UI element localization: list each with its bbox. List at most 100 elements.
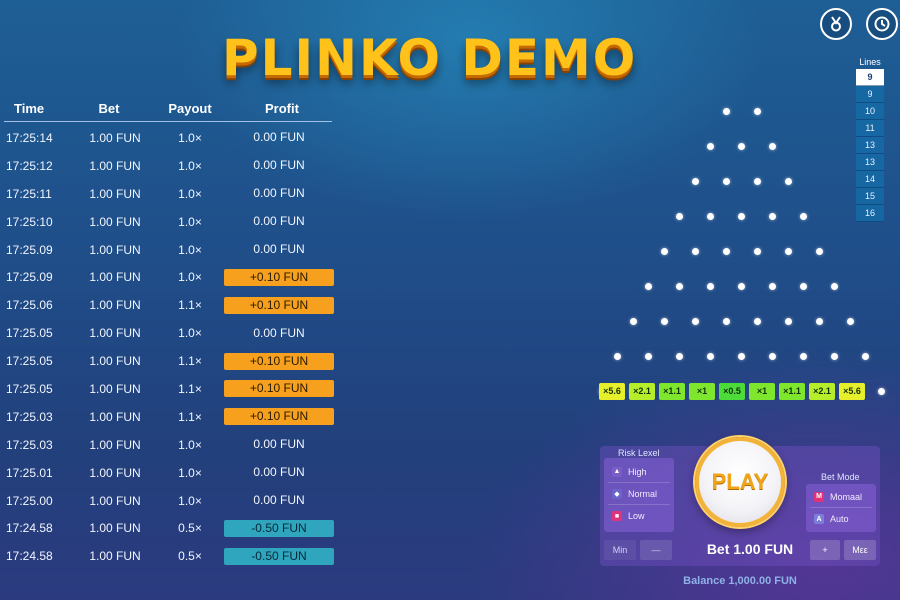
peg bbox=[707, 213, 714, 220]
bet-amount: Bet 1.00 FUN bbox=[706, 541, 794, 557]
row-time: 17:25:11 bbox=[6, 186, 52, 201]
peg bbox=[707, 353, 714, 360]
peg bbox=[800, 283, 807, 290]
row-profit: 0.00 FUN bbox=[253, 242, 305, 256]
risk-level-label: Risk Lexel bbox=[618, 448, 660, 458]
risk-option-label: Low bbox=[628, 511, 645, 521]
row-bet: 1.00 FUN bbox=[89, 521, 141, 536]
peg bbox=[676, 283, 683, 290]
decrease-bet-button[interactable]: — bbox=[640, 540, 672, 560]
risk-option-normal[interactable]: ◆ Normal bbox=[608, 483, 670, 505]
peg bbox=[707, 283, 714, 290]
row-bet: 1.00 FUN bbox=[89, 465, 141, 480]
header-time: Time bbox=[14, 101, 45, 116]
peg bbox=[753, 178, 761, 185]
multiplier-slot: ×5.6 bbox=[599, 383, 625, 400]
row-profit: 0.00 FUN bbox=[253, 130, 305, 145]
peg bbox=[846, 318, 854, 325]
peg bbox=[784, 318, 792, 325]
row-time: 17:25.03 bbox=[6, 437, 53, 452]
bet-mode-selector: M Momaal A Auto bbox=[806, 484, 876, 532]
row-profit: +0.10 FUN bbox=[224, 408, 334, 426]
row-profit: 0.00 FUN bbox=[253, 437, 305, 452]
row-bet: 1.00 FUN bbox=[89, 549, 141, 564]
plinko-board bbox=[590, 100, 890, 395]
row-payout: 1.1× bbox=[178, 409, 202, 424]
table-row: 17:25.05 1.00 FUN 1.1× +0.10 FUN bbox=[0, 347, 336, 375]
min-bet-button[interactable]: Min bbox=[604, 540, 636, 560]
bet-mode-auto[interactable]: A Auto bbox=[810, 508, 872, 530]
row-profit: +0.10 FUN bbox=[224, 268, 334, 286]
table-row: 17:25.03 1.00 FUN 1.1× +0.10 FUN bbox=[0, 403, 336, 431]
medal-glyph bbox=[831, 16, 841, 32]
multiplier-slot: ×5.6 bbox=[839, 383, 865, 400]
peg bbox=[691, 318, 699, 325]
peg bbox=[738, 143, 745, 150]
table-row: 17:24.58 1.00 FUN 0.5× -0.50 FUN bbox=[0, 542, 336, 570]
bet-mode-icon: A bbox=[814, 514, 824, 524]
risk-option-label: High bbox=[628, 466, 647, 477]
bet-mode-icon: M bbox=[814, 491, 824, 502]
peg bbox=[738, 283, 745, 290]
row-profit: 0.00 FUN bbox=[253, 186, 305, 201]
row-bet: 1.00 FUN bbox=[89, 326, 141, 341]
peg bbox=[815, 318, 823, 325]
balance-display: Balance 1,000.00 FUN bbox=[683, 575, 797, 587]
balance-icon: ◆ bbox=[612, 488, 622, 499]
row-payout: 1.1× bbox=[178, 381, 202, 396]
risk-level-selector: ▲ High ◆ Normal ■ Low bbox=[604, 458, 674, 532]
table-row: 17:25.09 1.00 FUN 1.0× 0.00 FUN bbox=[0, 236, 336, 264]
peg bbox=[753, 318, 761, 325]
game-title: PLINKO DEMO bbox=[222, 29, 638, 87]
peg bbox=[722, 318, 730, 325]
peg bbox=[784, 248, 792, 255]
multiplier-slots: ×5.6 ×2.1 ×1.1 ×1 ×0.5 ×1 ×1.1 ×2.1 ×5.6 bbox=[599, 383, 865, 400]
history-rows: 17:25:14 1.00 FUN 1.0× 0.00 FUN 17:25:12 1.00… bbox=[0, 124, 336, 570]
peg bbox=[800, 213, 807, 220]
row-payout: 1.0× bbox=[178, 437, 202, 452]
row-time: 17:25.05 bbox=[6, 326, 53, 341]
header-payout: Payout bbox=[168, 101, 212, 116]
peg bbox=[738, 353, 745, 360]
lock-icon: ■ bbox=[612, 511, 622, 521]
row-time: 17:25.01 bbox=[6, 465, 53, 480]
row-payout: 1.0× bbox=[178, 493, 202, 508]
peg bbox=[691, 178, 699, 185]
lines-option[interactable]: 9 bbox=[856, 69, 884, 86]
row-payout: 1.0× bbox=[178, 242, 202, 257]
bet-mode-manual[interactable]: M Momaal bbox=[810, 486, 872, 508]
row-time: 17:25.03 bbox=[6, 409, 53, 424]
row-profit: +0.10 FUN bbox=[224, 380, 334, 398]
row-bet: 1.00 FUN bbox=[89, 493, 141, 508]
flame-icon: ▲ bbox=[612, 466, 622, 477]
risk-option-high[interactable]: ▲ High bbox=[608, 461, 670, 483]
row-payout: 1.0× bbox=[178, 186, 202, 201]
multiplier-slot: ×0.5 bbox=[719, 383, 745, 400]
play-button[interactable]: PLAY bbox=[695, 437, 785, 527]
row-bet: 1.00 FUN bbox=[89, 381, 141, 396]
risk-option-low[interactable]: ■ Low bbox=[608, 505, 670, 527]
row-profit: -0.50 FUN bbox=[224, 547, 334, 565]
row-time: 17:25.05 bbox=[6, 381, 53, 396]
header-profit: Profit bbox=[265, 101, 299, 116]
table-row: 17:25.03 1.00 FUN 1.0× 0.00 FUN bbox=[0, 431, 336, 459]
table-row: 17:25.05 1.00 FUN 1.0× 0.00 FUN bbox=[0, 319, 336, 347]
peg bbox=[722, 108, 730, 115]
medal-icon[interactable] bbox=[820, 8, 852, 40]
peg bbox=[645, 353, 652, 360]
row-bet: 1.00 FUN bbox=[89, 298, 141, 313]
row-bet: 1.00 FUN bbox=[89, 186, 141, 201]
row-bet: 1.00 FUN bbox=[89, 437, 141, 452]
table-row: 17:25:11 1.00 FUN 1.0× 0.00 FUN bbox=[0, 180, 336, 208]
bet-amount-row: Min — Bet 1.00 FUN + Mεε bbox=[604, 540, 876, 562]
peg bbox=[691, 248, 699, 255]
row-bet: 1.00 FUN bbox=[89, 242, 141, 257]
row-profit: +0.10 FUN bbox=[224, 296, 334, 314]
history-icon[interactable] bbox=[866, 8, 898, 40]
multiplier-slot: ×1.1 bbox=[659, 383, 685, 400]
row-bet: 1.00 FUN bbox=[89, 354, 141, 369]
max-bet-button[interactable]: Mεε bbox=[844, 540, 876, 560]
increase-bet-button[interactable]: + bbox=[810, 540, 840, 560]
peg bbox=[862, 353, 869, 360]
peg bbox=[769, 213, 776, 220]
